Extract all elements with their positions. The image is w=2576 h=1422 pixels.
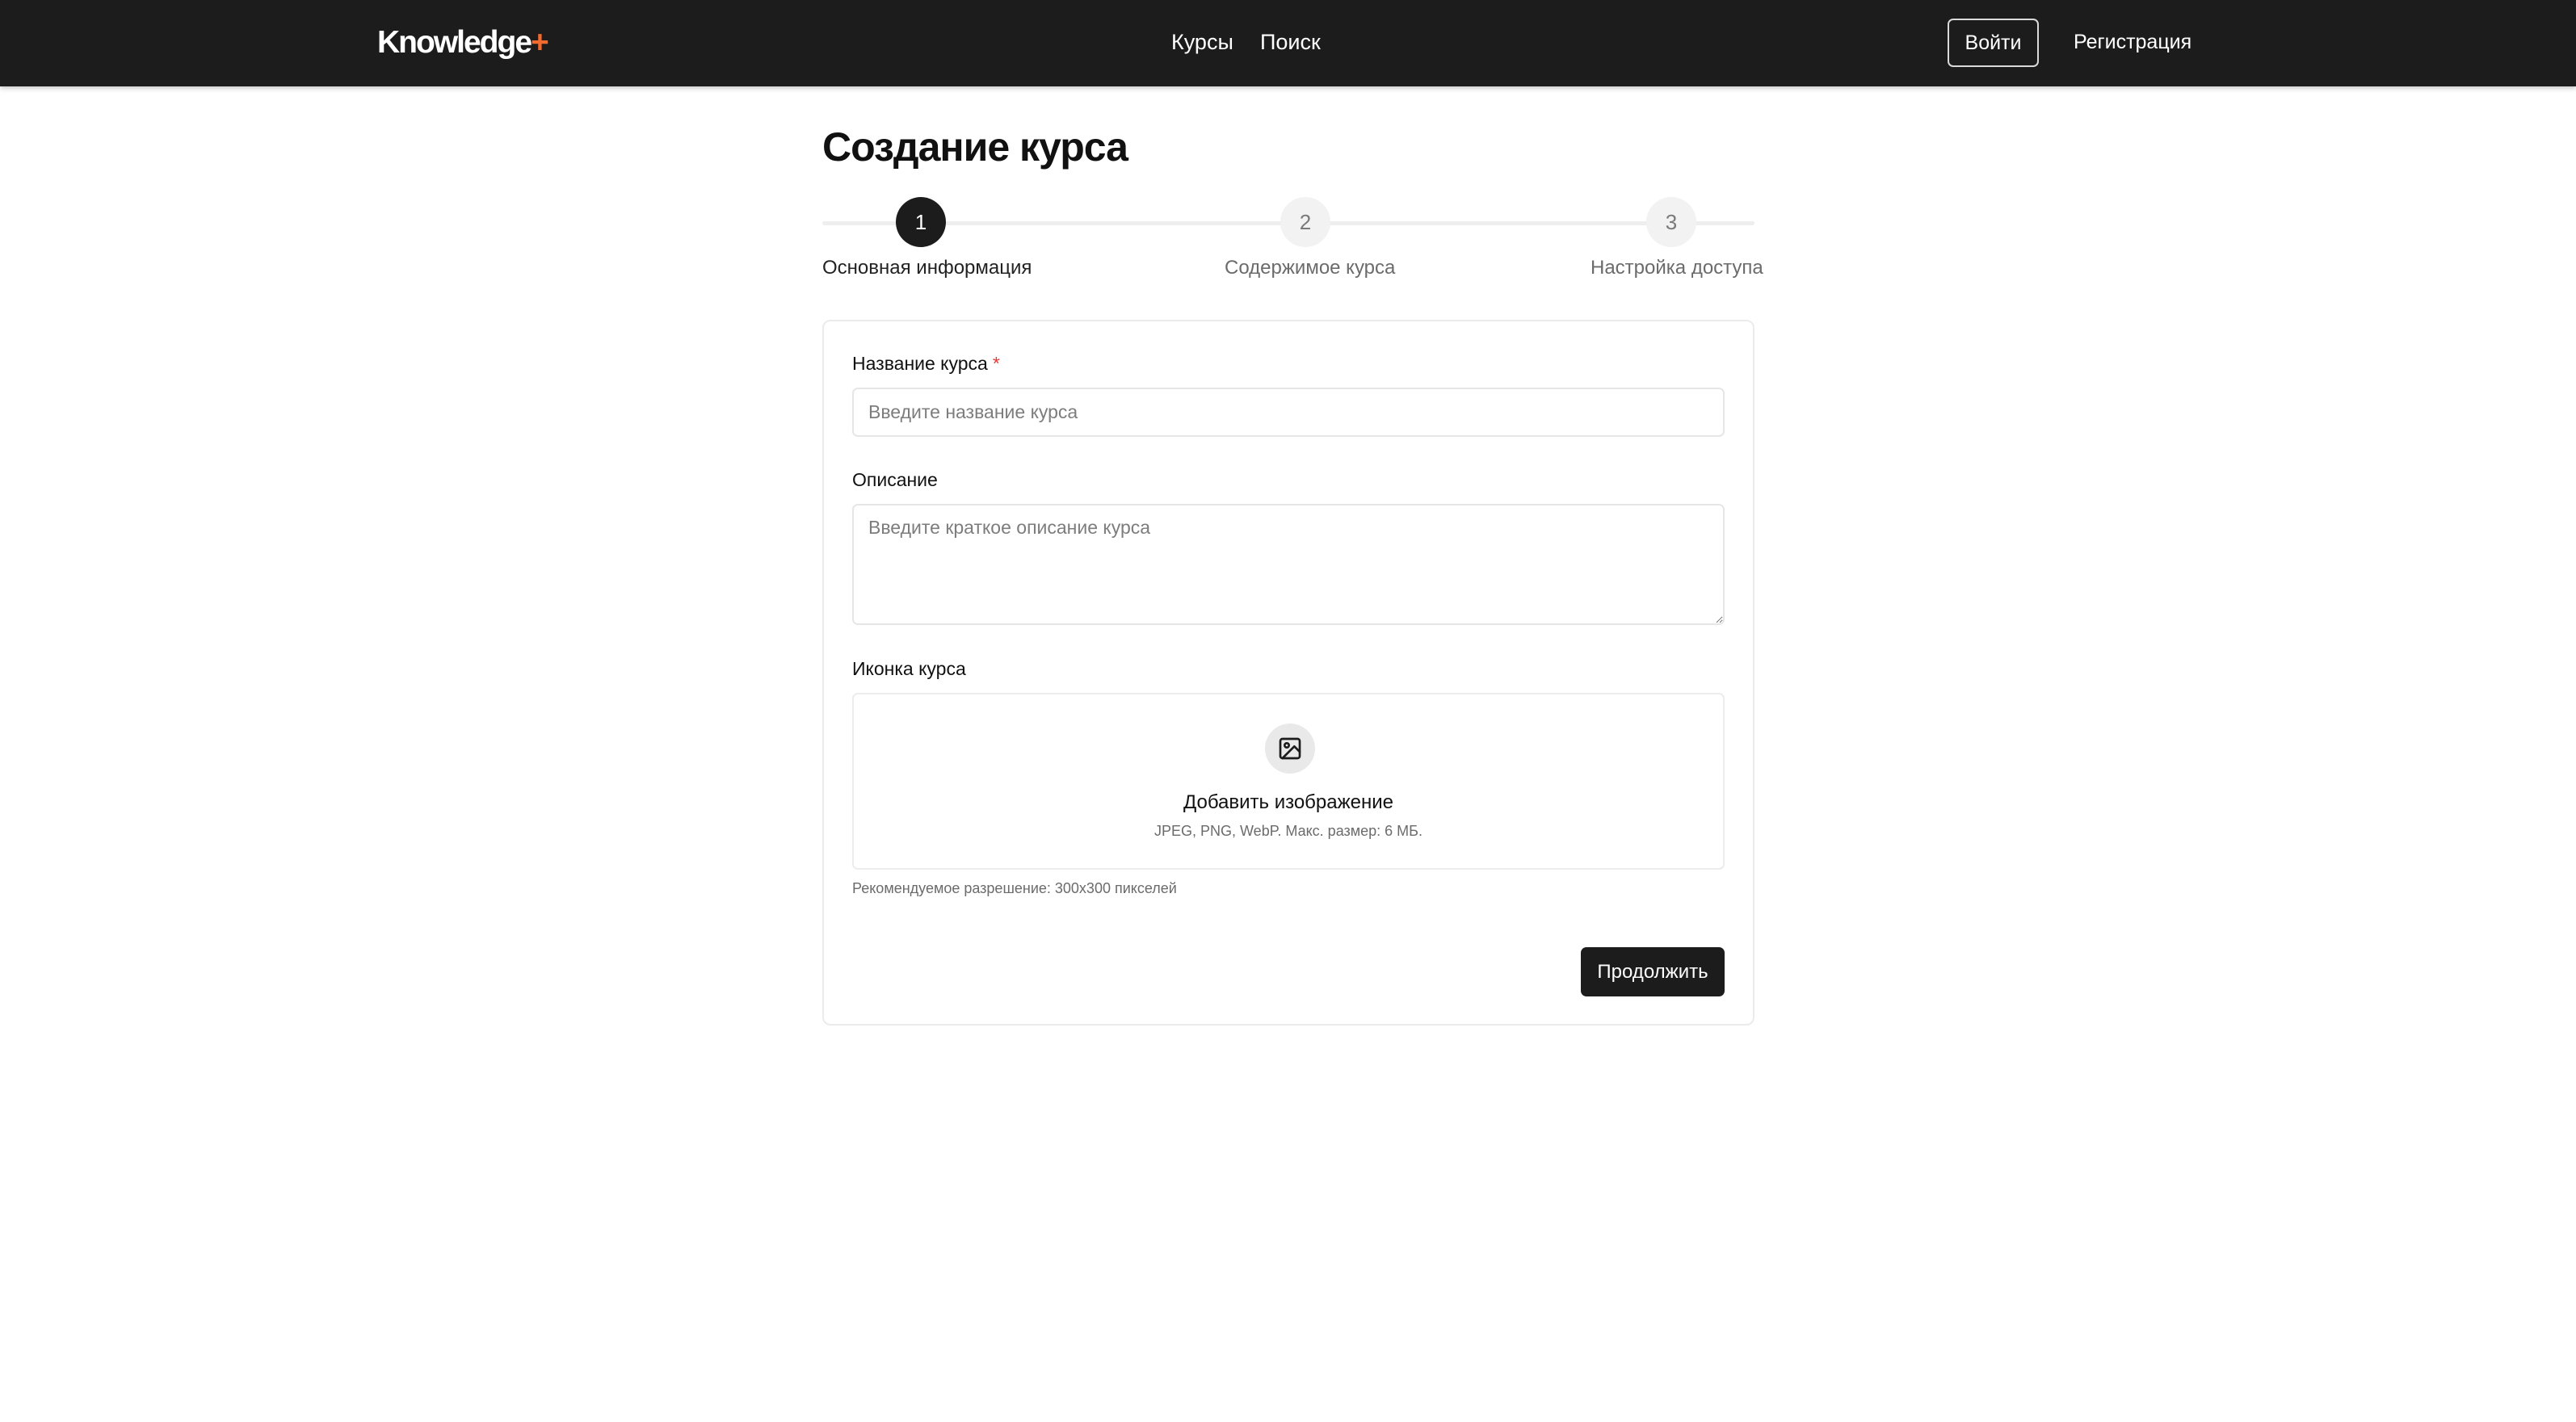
step-2-circle: 2 xyxy=(1280,197,1330,247)
description-label: Описание xyxy=(852,469,938,490)
login-button[interactable]: Войти xyxy=(1948,19,2039,67)
course-name-label-text: Название курса xyxy=(852,353,988,374)
logo-plus: + xyxy=(531,25,549,60)
page-title: Создание курса xyxy=(822,124,1128,170)
required-mark: * xyxy=(992,353,1000,374)
upload-title: Добавить изображение xyxy=(1183,791,1394,813)
continue-button[interactable]: Продолжить xyxy=(1581,947,1725,996)
step-2-label: Содержимое курса xyxy=(1225,257,1396,279)
resolution-recommendation: Рекомендуемое разрешение: 300x300 пиксел… xyxy=(852,880,1177,896)
step-3-label: Настройка доступа xyxy=(1591,257,1763,279)
description-textarea[interactable] xyxy=(852,504,1725,625)
register-link[interactable]: Регистрация xyxy=(2074,28,2191,56)
nav-link-courses[interactable]: Курсы xyxy=(1171,27,1233,57)
course-name-label: Название курса * xyxy=(852,351,1000,375)
course-icon-label: Иконка курса xyxy=(852,658,966,679)
image-icon xyxy=(1265,724,1315,774)
nav-link-search[interactable]: Поиск xyxy=(1260,27,1321,57)
step-3-circle: 3 xyxy=(1646,197,1696,247)
image-upload-dropzone[interactable]: Добавить изображение JPEG, PNG, WebP. Ма… xyxy=(852,693,1725,870)
course-name-input[interactable] xyxy=(852,388,1725,437)
logo-text: Knowledge xyxy=(377,25,532,60)
step-1-circle: 1 xyxy=(896,197,946,247)
step-1-label: Основная информация xyxy=(822,257,1032,279)
top-navbar: Knowledge+ Курсы Поиск Войти Регистрация xyxy=(0,0,2576,86)
logo[interactable]: Knowledge+ xyxy=(377,24,549,61)
upload-hint: JPEG, PNG, WebP. Макс. размер: 6 МБ. xyxy=(1154,823,1422,839)
